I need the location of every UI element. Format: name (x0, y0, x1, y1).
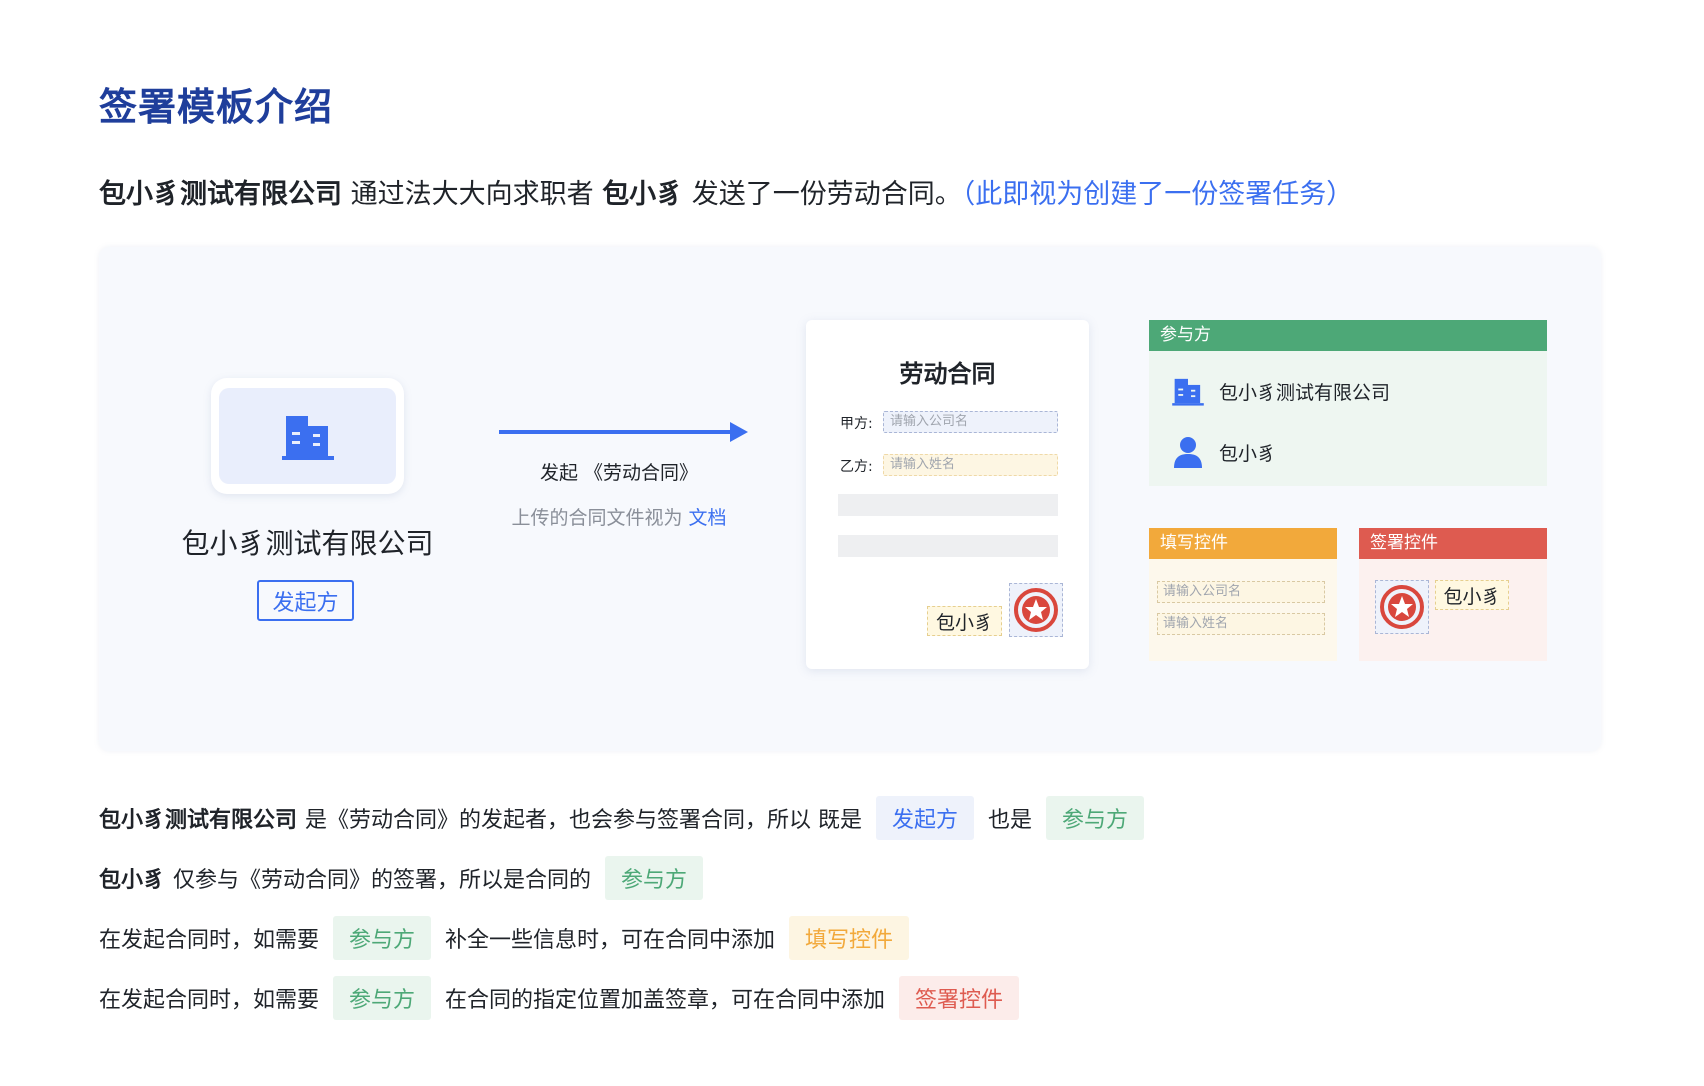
initiator-company-name: 包小豸测试有限公司 (181, 527, 434, 560)
line4-text: 在发起合同时，如需要 (99, 988, 320, 1013)
participants-header: 参与方 (1149, 320, 1547, 351)
company-card (211, 378, 404, 494)
intro-note: （此即视为创建了一份签署任务） (961, 179, 1354, 210)
arrow-line (499, 430, 737, 434)
participant-chip: 参与方 (333, 976, 432, 1020)
party-b-field: 请输入姓名 (883, 454, 1058, 476)
initiator-chip: 发起方 (876, 796, 975, 840)
line3-text2: 补全一些信息时，可在合同中添加 (445, 928, 776, 953)
sign-control-chip: 签署控件 (899, 976, 1020, 1020)
doc-text-line (838, 494, 1058, 516)
arrow-sub: 上传的合同文件视为 文档 (499, 503, 739, 530)
participant-person: 包小豸 (1171, 435, 1276, 469)
sign-controls-box: 签署控件 包小豸 (1359, 528, 1547, 661)
line2-bold: 包小豸 (99, 868, 166, 893)
arrow-right-icon (730, 422, 748, 442)
doc-title: 劳动合同 (899, 360, 996, 388)
contract-document: 劳动合同 甲方: 请输入公司名 乙方: 请输入姓名 包小豸 (806, 320, 1089, 669)
participant-company: 包小豸测试有限公司 (1171, 374, 1390, 408)
participant-chip: 参与方 (1046, 796, 1145, 840)
intro-person: 包小豸 (602, 179, 684, 210)
initiator-tag: 发起方 (257, 580, 354, 621)
explanation-line-2: 包小豸 仅参与《劳动合同》的签署，所以是合同的 参与方 (99, 856, 717, 900)
person-icon (1171, 435, 1205, 469)
intro-tail: 发送了一份劳动合同。 (691, 179, 962, 210)
explanation-line-3: 在发起合同时，如需要 参与方 补全一些信息时，可在合同中添加 填写控件 (99, 916, 923, 960)
arrow-sub-link: 文档 (688, 507, 727, 529)
participant-person-name: 包小豸 (1219, 442, 1277, 465)
line1-text: 是《劳动合同》的发起者，也会参与签署合同，所以 既是 (305, 808, 863, 833)
fill-controls-box: 填写控件 请输入公司名 请输入姓名 (1149, 528, 1337, 661)
fill-controls-header: 填写控件 (1149, 528, 1337, 559)
sign-signature: 包小豸 (1435, 580, 1509, 610)
line2-text: 仅参与《劳动合同》的签署，所以是合同的 (173, 868, 592, 893)
doc-text-line (838, 535, 1058, 557)
arrow-sub-text: 上传的合同文件视为 (511, 507, 683, 529)
participant-chip: 参与方 (333, 916, 432, 960)
fill-field-name: 请输入姓名 (1157, 613, 1325, 635)
party-b-label: 乙方: (840, 459, 873, 475)
fill-field-company: 请输入公司名 (1157, 581, 1325, 603)
building-icon (281, 416, 334, 460)
line1-bold: 包小豸测试有限公司 (99, 808, 298, 833)
intro-sentence: 包小豸测试有限公司 通过法大大向求职者 包小豸 发送了一份劳动合同。（此即视为创… (99, 172, 1353, 211)
explanation-line-1: 包小豸测试有限公司 是《劳动合同》的发起者，也会参与签署合同，所以 既是 发起方… (99, 796, 1158, 840)
company-card-inner (219, 388, 396, 484)
doc-signature: 包小豸 (927, 606, 1002, 636)
building-icon (1171, 374, 1205, 408)
fill-control-chip: 填写控件 (789, 916, 910, 960)
explanation-line-4: 在发起合同时，如需要 参与方 在合同的指定位置加盖签章，可在合同中添加 签署控件 (99, 976, 1033, 1020)
red-seal-icon (1009, 583, 1063, 637)
line3-text: 在发起合同时，如需要 (99, 928, 320, 953)
intro-mid: 通过法大大向求职者 (350, 179, 594, 210)
participant-chip: 参与方 (605, 856, 704, 900)
intro-company: 包小豸测试有限公司 (99, 179, 342, 210)
line1-text2: 也是 (988, 808, 1033, 833)
arrow-label: 发起 《劳动合同》 (539, 462, 699, 484)
sign-controls-header: 签署控件 (1359, 528, 1547, 559)
participants-box: 参与方 包小豸测试有限公司 包小豸 (1149, 320, 1547, 486)
party-a-field: 请输入公司名 (883, 411, 1058, 433)
participant-company-name: 包小豸测试有限公司 (1219, 381, 1391, 404)
red-seal-icon (1375, 580, 1429, 634)
line4-text2: 在合同的指定位置加盖签章，可在合同中添加 (445, 988, 886, 1013)
party-a-label: 甲方: (840, 416, 873, 432)
page-title: 签署模板介绍 (99, 85, 334, 129)
